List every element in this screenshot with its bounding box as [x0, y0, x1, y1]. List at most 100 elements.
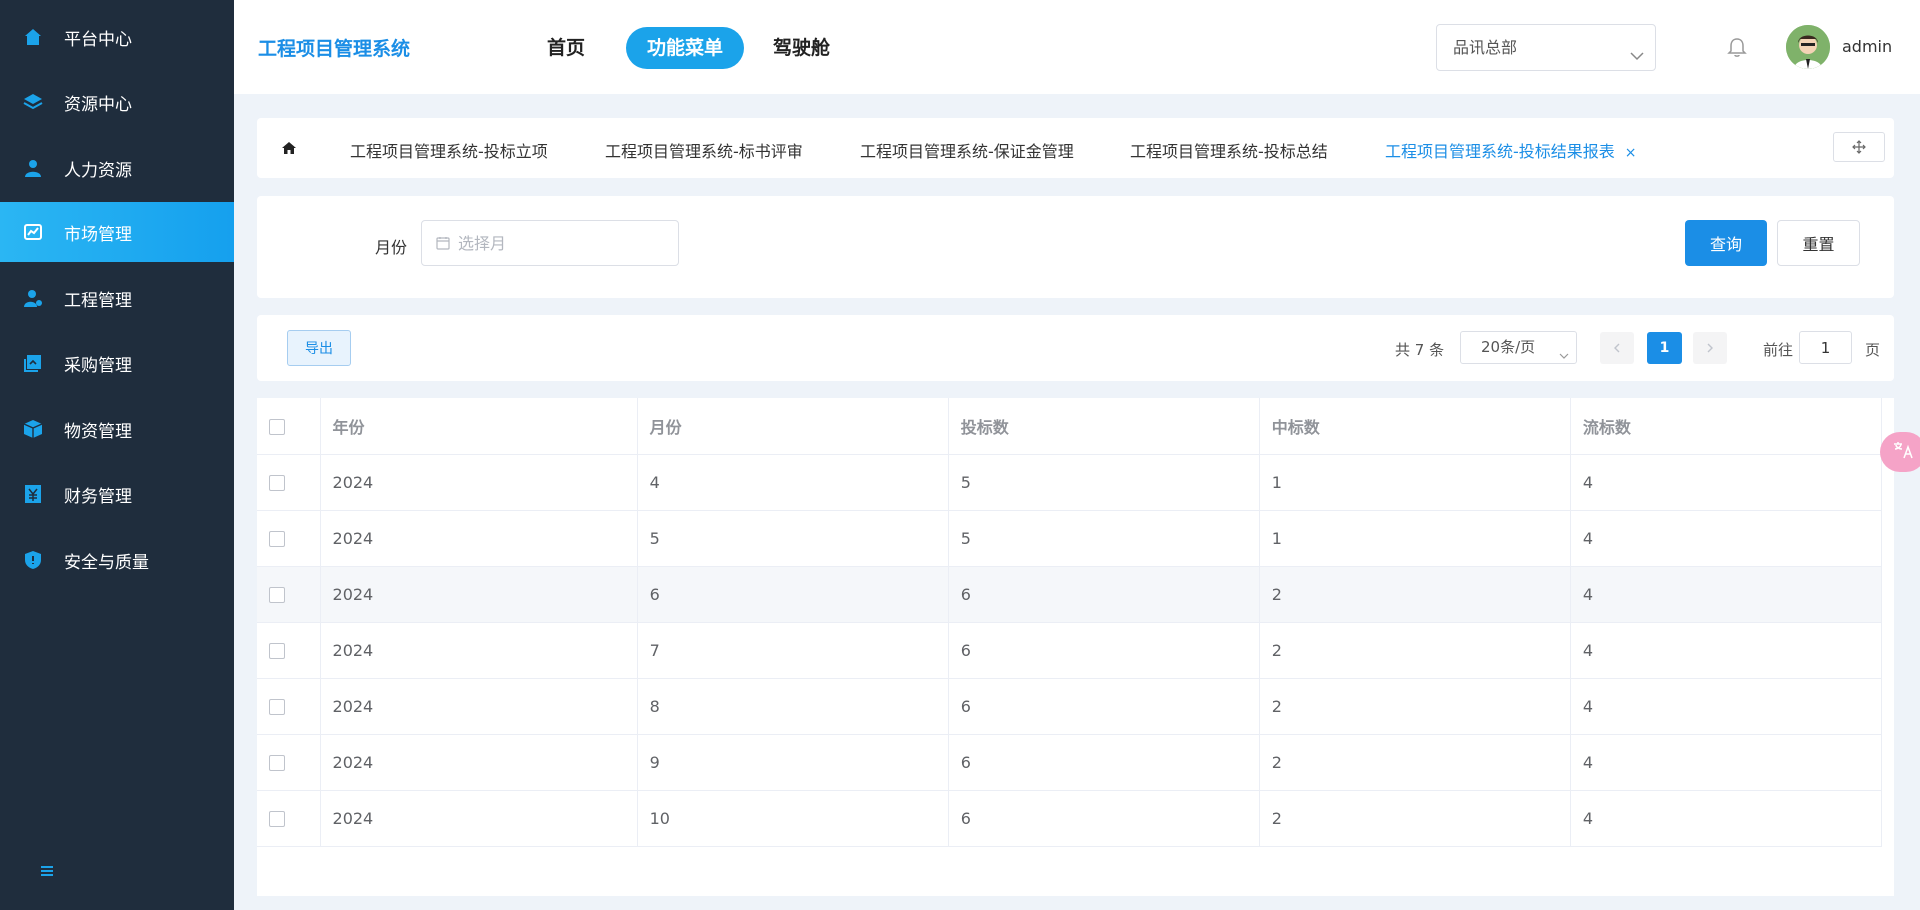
month-picker[interactable] — [421, 220, 679, 266]
finance-icon — [22, 483, 44, 505]
cell-bids: 5 — [948, 510, 1260, 567]
cell-won: 2 — [1259, 734, 1571, 791]
cell-year: 2024 — [320, 622, 638, 679]
page-size-select[interactable]: 20条/页 — [1460, 331, 1577, 364]
sidebar-item-engineering[interactable]: 工程管理 — [0, 268, 234, 328]
month-input[interactable] — [458, 221, 668, 265]
app-title: 工程项目管理系统 — [258, 38, 411, 60]
cell-failed: 4 — [1570, 454, 1883, 511]
table-row[interactable]: 2024 6 6 2 4 — [257, 566, 1883, 623]
sidebar-item-resources[interactable]: 资源中心 — [0, 72, 234, 132]
tab-bid-initiation[interactable]: 工程项目管理系统-投标立项 — [350, 138, 548, 162]
chart-icon — [22, 221, 44, 243]
tab-bid-review[interactable]: 工程项目管理系统-标书评审 — [605, 138, 803, 162]
cell-month: 8 — [637, 678, 949, 735]
cell-won: 2 — [1259, 678, 1571, 735]
sidebar-item-platform[interactable]: 平台中心 — [0, 7, 234, 67]
close-icon[interactable]: × — [1625, 145, 1637, 161]
row-checkbox[interactable] — [269, 475, 285, 491]
table-row[interactable]: 2024 9 6 2 4 — [257, 734, 1883, 791]
sidebar: 平台中心 资源中心 人力资源 市场管理 工程管理 采购管理 物资管理 财务管理 … — [0, 0, 234, 910]
row-checkbox[interactable] — [269, 587, 285, 603]
cell-year: 2024 — [320, 566, 638, 623]
nav-cockpit[interactable]: 驾驶舱 — [752, 27, 851, 69]
cell-year: 2024 — [320, 734, 638, 791]
row-select-cell — [257, 734, 321, 791]
select-all-checkbox[interactable] — [269, 418, 285, 435]
sidebar-item-finance[interactable]: 财务管理 — [0, 464, 234, 524]
nav-home[interactable]: 首页 — [526, 27, 606, 69]
column-header-bids[interactable]: 投标数 — [948, 398, 1260, 455]
goto-page-input[interactable] — [1799, 331, 1852, 364]
bell-icon[interactable] — [1726, 36, 1748, 58]
total-count: 共 7 条 — [1395, 341, 1445, 359]
page-size-value: 20条/页 — [1481, 338, 1536, 356]
table-row[interactable]: 2024 5 5 1 4 — [257, 510, 1883, 567]
cell-month: 6 — [637, 566, 949, 623]
page-number-current[interactable]: 1 — [1647, 332, 1682, 364]
tab-bid-summary[interactable]: 工程项目管理系统-投标总结 — [1130, 138, 1328, 162]
column-header-won[interactable]: 中标数 — [1259, 398, 1571, 455]
translate-icon — [1891, 440, 1915, 464]
column-header-year[interactable]: 年份 — [320, 398, 638, 455]
row-checkbox[interactable] — [269, 699, 285, 715]
data-table: 年份 月份 投标数 中标数 流标数 2024 4 5 1 4 2024 5 5 1 4 2024 6 6… — [257, 398, 1894, 900]
tab-bid-result-report[interactable]: 工程项目管理系统-投标结果报表 × — [1385, 138, 1637, 162]
cell-failed: 4 — [1570, 678, 1883, 735]
org-select[interactable]: 品讯总部 — [1436, 24, 1656, 71]
table-row[interactable]: 2024 7 6 2 4 — [257, 622, 1883, 679]
tab-deposit-management[interactable]: 工程项目管理系统-保证金管理 — [860, 138, 1074, 162]
row-select-cell — [257, 566, 321, 623]
table-row[interactable]: 2024 8 6 2 4 — [257, 678, 1883, 735]
search-panel: 月份 查询 重置 — [257, 196, 1894, 298]
row-checkbox[interactable] — [269, 531, 285, 547]
row-checkbox[interactable] — [269, 811, 285, 827]
cell-won: 2 — [1259, 622, 1571, 679]
row-select-cell — [257, 790, 321, 847]
sidebar-item-label: 人力资源 — [64, 160, 132, 181]
sidebar-item-label: 物资管理 — [64, 421, 132, 442]
cell-month: 7 — [637, 622, 949, 679]
row-checkbox[interactable] — [269, 643, 285, 659]
table-row[interactable]: 2024 4 5 1 4 — [257, 454, 1883, 511]
sidebar-item-market[interactable]: 市场管理 — [0, 202, 234, 262]
row-checkbox[interactable] — [269, 755, 285, 771]
prev-page-button[interactable] — [1600, 332, 1634, 364]
tab-label: 工程项目管理系统-投标结果报表 — [1385, 142, 1615, 161]
sidebar-item-label: 财务管理 — [64, 486, 132, 507]
username[interactable]: admin — [1842, 37, 1892, 56]
next-page-button[interactable] — [1693, 332, 1727, 364]
cell-won: 1 — [1259, 510, 1571, 567]
sidebar-item-label: 工程管理 — [64, 290, 132, 311]
cell-failed: 4 — [1570, 510, 1883, 567]
cell-year: 2024 — [320, 678, 638, 735]
cell-failed: 4 — [1570, 790, 1883, 847]
table-header-row: 年份 月份 投标数 中标数 流标数 — [257, 398, 1883, 455]
month-label: 月份 — [375, 238, 408, 257]
cell-bids: 6 — [948, 622, 1260, 679]
sidebar-item-hr[interactable]: 人力资源 — [0, 138, 234, 198]
cell-failed: 4 — [1570, 566, 1883, 623]
cell-failed: 4 — [1570, 622, 1883, 679]
calendar-icon — [435, 235, 451, 251]
nav-function-menu[interactable]: 功能菜单 — [626, 27, 745, 69]
sidebar-item-purchase[interactable]: 采购管理 — [0, 333, 234, 393]
sidebar-item-label: 采购管理 — [64, 355, 132, 376]
translate-float-button[interactable] — [1880, 432, 1920, 472]
layers-icon — [22, 91, 44, 113]
sidebar-item-materials[interactable]: 物资管理 — [0, 399, 234, 459]
table-row[interactable]: 2024 10 6 2 4 — [257, 790, 1883, 847]
tabs-more-button[interactable] — [1833, 132, 1885, 162]
reset-button[interactable]: 重置 — [1777, 220, 1860, 266]
column-header-failed[interactable]: 流标数 — [1570, 398, 1883, 455]
column-header-month[interactable]: 月份 — [637, 398, 949, 455]
export-button[interactable]: 导出 — [287, 330, 351, 366]
cell-won: 2 — [1259, 790, 1571, 847]
menu-icon[interactable] — [38, 862, 56, 880]
home-tab-icon[interactable] — [281, 140, 297, 156]
sidebar-item-label: 资源中心 — [64, 94, 132, 115]
avatar[interactable] — [1786, 25, 1830, 69]
box-icon — [22, 418, 44, 440]
sidebar-item-safety[interactable]: 安全与质量 — [0, 530, 234, 590]
query-button[interactable]: 查询 — [1685, 220, 1767, 266]
